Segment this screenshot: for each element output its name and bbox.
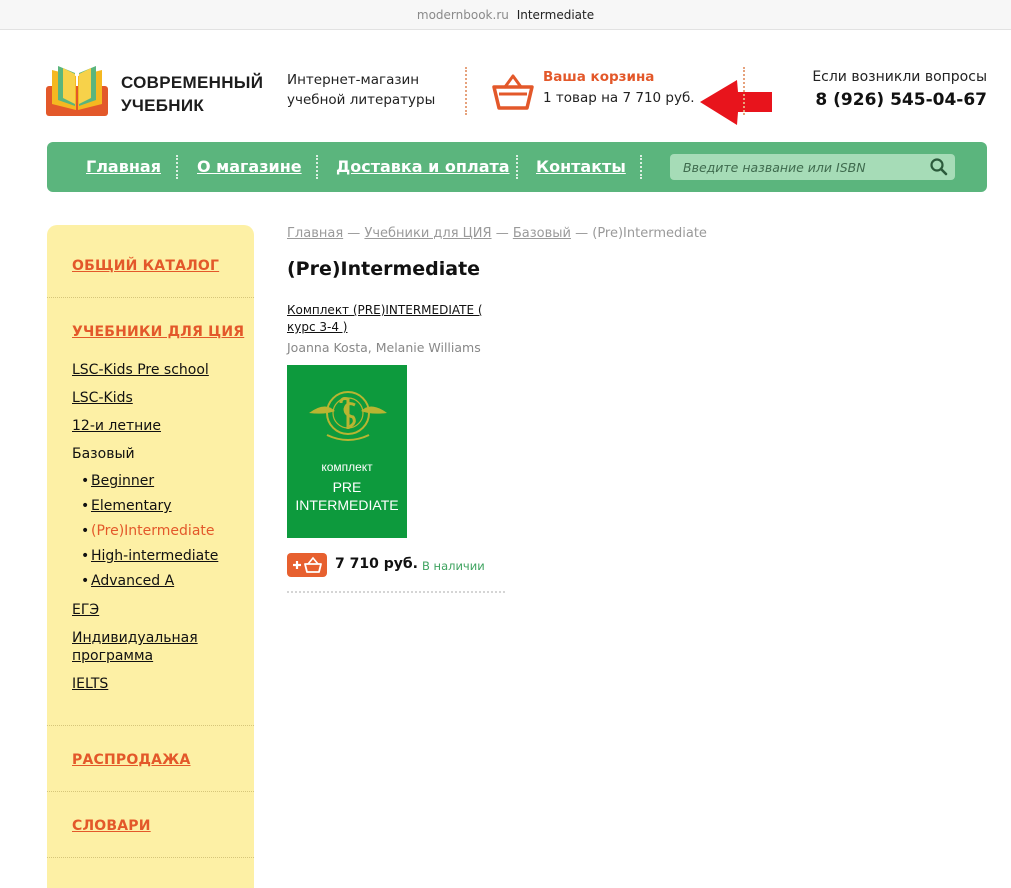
sidebar-item-lsc-kids-pre-school[interactable]: LSC-Kids Pre school (72, 361, 209, 379)
emblem-icon (309, 391, 387, 441)
browser-title-bar: modernbook.ru Intermediate (0, 0, 1011, 30)
cover-line-3: INTERMEDIATE (295, 497, 399, 513)
breadcrumb-basic[interactable]: Базовый (513, 226, 571, 241)
availability-status: В наличии (422, 559, 485, 573)
sidebar-item-basic[interactable]: Базовый (72, 445, 135, 463)
product-authors: Joanna Kosta, Melanie Williams (287, 340, 481, 355)
nav-delivery[interactable]: Доставка и оплата (336, 157, 510, 176)
sidebar-item-sale[interactable]: РАСПРОДАЖА (72, 752, 191, 768)
add-to-basket-icon (293, 556, 322, 573)
nav-separator (640, 155, 642, 179)
sidebar-item-dictionaries[interactable]: СЛОВАРИ (72, 818, 151, 834)
sidebar-subitem-pre-intermediate[interactable]: • (Pre)Intermediate (81, 523, 215, 539)
sidebar-item-general-catalog[interactable]: ОБЩИЙ КАТАЛОГ (72, 258, 219, 274)
sidebar-divider (47, 857, 254, 858)
contact-question: Если возникли вопросы (812, 69, 987, 85)
main-navigation: Главная О магазине Доставка и оплата Кон… (47, 142, 987, 192)
sidebar-item-ielts[interactable]: IELTS (72, 675, 108, 693)
browser-page-title: Intermediate (516, 8, 595, 22)
sidebar-divider (47, 791, 254, 792)
subitem-label[interactable]: (Pre)Intermediate (91, 523, 215, 539)
sidebar-subitem-beginner[interactable]: • Beginner (81, 473, 154, 489)
nav-separator (316, 155, 318, 179)
catalog-sidebar: ОБЩИЙ КАТАЛОГ УЧЕБНИКИ ДЛЯ ЦИЯ LSC-Kids … (47, 225, 254, 888)
tagline-line-1: Интернет-магазин (287, 72, 420, 88)
sidebar-item-textbooks[interactable]: УЧЕБНИКИ ДЛЯ ЦИЯ (72, 324, 244, 340)
tagline-line-2: учебной литературы (287, 92, 436, 108)
logo-line-1: СОВРЕМЕННЫЙ (121, 73, 264, 92)
search-input[interactable] (670, 154, 920, 180)
cover-line-2: PRE (332, 479, 362, 495)
product-price: 7 710 руб. (335, 556, 418, 572)
sidebar-item-12-year-olds[interactable]: 12-и летние (72, 417, 161, 435)
nav-about[interactable]: О магазине (197, 157, 302, 176)
sidebar-divider (47, 725, 254, 726)
sidebar-subitem-high-intermediate[interactable]: • High-intermediate (81, 548, 218, 564)
subitem-label[interactable]: Elementary (91, 498, 172, 514)
red-arrow-icon (700, 80, 772, 125)
page-title: (Pre)Intermediate (287, 258, 481, 280)
breadcrumb-home[interactable]: Главная (287, 226, 343, 241)
sidebar-item-lsc-kids[interactable]: LSC-Kids (72, 389, 133, 407)
cover-line-1: комплект (321, 460, 373, 474)
browser-domain: modernbook.ru (416, 8, 509, 22)
sidebar-item-ege[interactable]: ЕГЭ (72, 601, 99, 619)
logo-text[interactable]: СОВРЕМЕННЫЙ УЧЕБНИК (121, 71, 263, 117)
sidebar-subitem-advanced-a[interactable]: • Advanced A (81, 573, 174, 589)
breadcrumb-textbooks[interactable]: Учебники для ЦИЯ (364, 226, 491, 241)
nav-home[interactable]: Главная (86, 157, 161, 176)
subitem-label[interactable]: Advanced A (91, 573, 174, 589)
sidebar-subitem-elementary[interactable]: • Elementary (81, 498, 172, 514)
add-to-cart-button[interactable] (287, 553, 327, 577)
header-divider (743, 67, 745, 115)
product-divider (287, 591, 505, 593)
header-divider (465, 67, 467, 115)
store-tagline: Интернет-магазин учебной литературы (287, 70, 435, 110)
phone-number[interactable]: 8 (926) 545-04-67 (815, 90, 987, 110)
nav-contacts[interactable]: Контакты (536, 157, 626, 176)
breadcrumb-separator: — (575, 226, 589, 241)
breadcrumb: Главная — Учебники для ЦИЯ — Базовый — (… (287, 226, 707, 241)
cart-summary: 1 товар на 7 710 руб. (543, 90, 695, 106)
nav-separator (516, 155, 518, 179)
nav-separator (176, 155, 178, 179)
sidebar-divider (47, 297, 254, 298)
basket-icon[interactable] (492, 73, 534, 111)
product-title-link[interactable]: Комплект (PRE)INTERMEDIATE ( курс 3-4 ) (287, 302, 487, 336)
breadcrumb-current: (Pre)Intermediate (592, 226, 707, 241)
cart-link[interactable]: Ваша корзина (543, 69, 654, 85)
subitem-label[interactable]: Beginner (91, 473, 154, 489)
breadcrumb-separator: — (495, 226, 509, 241)
sidebar-item-individual-program[interactable]: Индивидуальная программа (72, 629, 212, 665)
search-icon[interactable] (929, 157, 949, 177)
logo-book-icon[interactable] (46, 64, 108, 116)
product-cover-image[interactable]: комплект PRE INTERMEDIATE (287, 365, 407, 538)
breadcrumb-separator: — (347, 226, 361, 241)
logo-line-2: УЧЕБНИК (121, 96, 205, 115)
subitem-label[interactable]: High-intermediate (91, 548, 218, 564)
search-box (670, 154, 955, 180)
